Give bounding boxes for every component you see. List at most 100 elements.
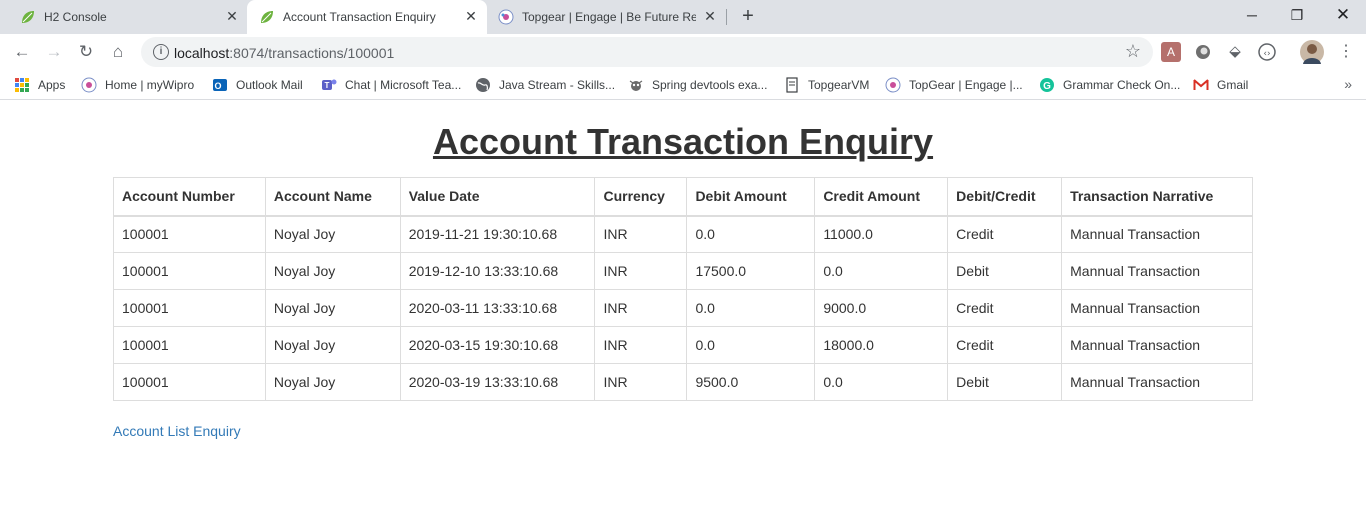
table-cell: Debit: [947, 252, 1063, 290]
table-cell: Mannual Transaction: [1061, 252, 1253, 290]
wipro-icon: [81, 77, 97, 93]
table-row: 100001 Noyal Joy 2020-03-15 19:30:10.68 …: [113, 326, 1253, 364]
bookmark-label: Chat | Microsoft Tea...: [345, 78, 462, 92]
bookmark-home-mywipro[interactable]: Home | myWipro: [81, 76, 194, 94]
table-cell: 2019-12-10 13:33:10.68: [399, 252, 596, 290]
home-icon[interactable]: ⌂: [107, 41, 129, 63]
bookmark-outlook-mail[interactable]: O Outlook Mail: [212, 76, 303, 94]
bookmark-label: TopGear | Engage |...: [909, 78, 1023, 92]
teams-icon: T: [322, 79, 337, 90]
bookmark-label: Java Stream - Skills...: [499, 78, 616, 92]
forward-arrow-icon[interactable]: →: [43, 41, 65, 63]
tab-account-transaction-enquiry[interactable]: Account Transaction Enquiry ✕: [247, 0, 487, 34]
table-cell: INR: [594, 289, 688, 327]
table-cell: INR: [594, 252, 688, 290]
bookmark-star-icon[interactable]: ☆: [1125, 41, 1141, 62]
bookmark-spring-devtools[interactable]: Spring devtools exa...: [628, 76, 767, 94]
table-cell: 0.0: [686, 326, 816, 364]
page-title: Account Transaction Enquiry: [432, 121, 934, 162]
column-header: Credit Amount: [814, 177, 949, 217]
bookmark-label: Outlook Mail: [236, 78, 303, 92]
close-window-button[interactable]: ✕: [1331, 4, 1355, 26]
table-row: 100001 Noyal Joy 2019-11-21 19:30:10.68 …: [113, 215, 1253, 253]
table-cell: INR: [594, 215, 688, 253]
dropbox-extension-icon[interactable]: ⬙: [1225, 42, 1245, 62]
page-content: Account Transaction Enquiry Account Numb…: [0, 101, 1366, 512]
bookmark-java-stream[interactable]: Java Stream - Skills...: [475, 76, 615, 94]
bug-icon: [629, 80, 643, 91]
code-extension-icon[interactable]: ‹›: [1257, 42, 1277, 62]
table-header-row: Account Number Account Name Value Date C…: [113, 177, 1253, 217]
bookmark-gmail[interactable]: Gmail: [1193, 76, 1248, 94]
close-tab-icon[interactable]: ✕: [702, 8, 718, 24]
wipro-icon: [498, 9, 514, 25]
table-cell: Noyal Joy: [264, 215, 401, 253]
account-list-enquiry-link[interactable]: Account List Enquiry: [113, 423, 241, 439]
table-cell: 100001: [113, 215, 266, 253]
reload-icon[interactable]: ↻: [75, 41, 97, 63]
table-cell: 100001: [113, 363, 266, 401]
table-cell: Credit: [947, 215, 1063, 253]
table-cell: INR: [594, 363, 688, 401]
column-header: Currency: [594, 177, 688, 217]
table-cell: 2020-03-19 13:33:10.68: [399, 363, 596, 401]
tab-topgear[interactable]: Topgear | Engage | Be Future Rea ✕: [488, 0, 726, 34]
column-header: Debit Amount: [686, 177, 816, 217]
bookmark-label: Home | myWipro: [105, 78, 195, 92]
bookmark-topgearvm[interactable]: TopgearVM: [784, 76, 869, 94]
column-header: Transaction Narrative: [1061, 177, 1253, 217]
spring-leaf-icon: [261, 11, 273, 23]
circle-extension-icon[interactable]: [1193, 42, 1213, 62]
address-bar[interactable]: i localhost:8074/transactions/100001 ☆: [141, 37, 1153, 67]
bookmark-grammar-check[interactable]: G Grammar Check On...: [1039, 76, 1180, 94]
tab-title: Account Transaction Enquiry: [283, 10, 436, 24]
bookmark-label: TopgearVM: [808, 78, 870, 92]
column-header: Account Name: [264, 177, 401, 217]
table-cell: 100001: [113, 289, 266, 327]
svg-text:O: O: [214, 81, 221, 91]
table-cell: Noyal Joy: [264, 289, 401, 327]
pdf-extension-icon[interactable]: A: [1161, 42, 1181, 62]
table-cell: Mannual Transaction: [1061, 326, 1253, 364]
tab-separator: [726, 9, 727, 25]
more-bookmarks-chevron-icon[interactable]: »: [1344, 76, 1352, 92]
close-tab-icon[interactable]: ✕: [463, 8, 479, 24]
table-cell: 0.0: [814, 363, 949, 401]
bookmark-teams-chat[interactable]: T Chat | Microsoft Tea...: [321, 76, 461, 94]
table-cell: Noyal Joy: [264, 363, 401, 401]
tab-h2-console[interactable]: H2 Console ✕: [0, 0, 246, 34]
bookmark-label: Grammar Check On...: [1063, 78, 1181, 92]
column-header: Account Number: [113, 177, 266, 217]
wipro-icon: [885, 77, 901, 93]
table-cell: Debit: [947, 363, 1063, 401]
svg-text:‹›: ‹›: [1263, 49, 1270, 59]
back-arrow-icon[interactable]: ←: [11, 41, 33, 63]
close-tab-icon[interactable]: ✕: [224, 8, 240, 24]
restore-button[interactable]: ❐: [1285, 4, 1309, 26]
table-cell: Mannual Transaction: [1061, 215, 1253, 253]
table-cell: Mannual Transaction: [1061, 363, 1253, 401]
transactions-table: Account Number Account Name Value Date C…: [113, 177, 1253, 401]
table-cell: 9000.0: [814, 289, 949, 327]
bookmark-apps[interactable]: Apps: [14, 76, 65, 94]
address-url: localhost:8074/transactions/100001: [174, 45, 395, 61]
table-cell: 2020-03-15 19:30:10.68: [399, 326, 596, 364]
table-cell: 17500.0: [686, 252, 816, 290]
table-cell: Mannual Transaction: [1061, 289, 1253, 327]
profile-avatar[interactable]: [1300, 40, 1324, 64]
table-cell: 100001: [113, 252, 266, 290]
new-tab-button[interactable]: +: [738, 6, 758, 27]
tab-title: H2 Console: [44, 10, 107, 24]
minimize-button[interactable]: ─: [1240, 4, 1264, 26]
menu-kebab-icon[interactable]: ⋮: [1338, 42, 1354, 62]
table-cell: Noyal Joy: [264, 252, 401, 290]
tab-title: Topgear | Engage | Be Future Rea: [522, 10, 696, 24]
apps-grid-icon: [15, 78, 29, 92]
spring-leaf-icon: [22, 11, 34, 23]
table-row: 100001 Noyal Joy 2020-03-11 13:33:10.68 …: [113, 289, 1253, 327]
info-icon[interactable]: i: [153, 44, 169, 60]
bookmark-topgear-engage[interactable]: TopGear | Engage |...: [885, 76, 1023, 94]
table-cell: 100001: [113, 326, 266, 364]
table-cell: 9500.0: [686, 363, 816, 401]
table-cell: 2020-03-11 13:33:10.68: [399, 289, 596, 327]
